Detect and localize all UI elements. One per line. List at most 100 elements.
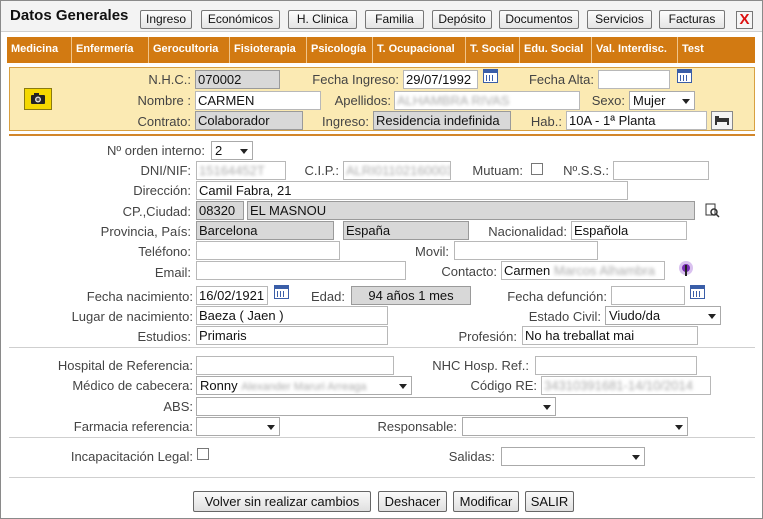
provincia-field[interactable]: Barcelona — [196, 221, 334, 240]
nacionalidad-field[interactable]: Española — [571, 221, 687, 240]
pais-field[interactable]: España — [343, 221, 469, 240]
page-title: Datos Generales — [10, 7, 129, 24]
search-document-icon[interactable] — [704, 202, 720, 218]
bed-icon[interactable] — [711, 111, 733, 130]
contacto-field[interactable]: Carmen Marcos Alhambra — [501, 261, 665, 280]
nss-label: Nº.S.S.: — [563, 163, 609, 178]
contrato-field[interactable]: Colaborador — [195, 111, 303, 130]
responsable-select[interactable] — [462, 417, 688, 436]
salir-button[interactable]: SALIR — [525, 491, 574, 512]
fecha-defuncion-label: Fecha defunción: — [507, 289, 607, 304]
fecha-ingreso-field[interactable]: 29/07/1992 — [403, 70, 478, 89]
hospital-field[interactable] — [196, 356, 394, 375]
cp-field[interactable]: 08320 — [196, 201, 244, 220]
calendar-icon[interactable] — [483, 69, 498, 83]
tab-facturas[interactable]: Facturas — [659, 10, 725, 29]
sexo-label: Sexo: — [591, 93, 625, 108]
edad-field: 94 años 1 mes — [351, 286, 471, 305]
camera-icon[interactable] — [24, 88, 52, 110]
section-divider — [9, 347, 755, 348]
sexo-select[interactable]: Mujer — [629, 91, 695, 110]
cip-field[interactable]: ALRI01102160003 — [343, 161, 451, 180]
fecha-nacimiento-label: Fecha nacimiento: — [86, 289, 193, 304]
direccion-field[interactable]: Camil Fabra, 21 — [196, 181, 628, 200]
fecha-nacimiento-field[interactable]: 16/02/1921 — [196, 286, 268, 305]
profesion-field[interactable]: No ha treballat mai — [522, 326, 698, 345]
window: Datos Generales Ingreso Económicos H. Cl… — [0, 0, 763, 519]
module-menu: Medicina Enfermería Gerocultoria Fisiote… — [7, 37, 755, 63]
ingreso-field[interactable]: Residencia indefinida — [373, 111, 511, 130]
abs-select[interactable] — [196, 397, 556, 416]
menu-fisioterapia[interactable]: Fisioterapia — [230, 37, 307, 63]
close-icon[interactable]: X — [736, 11, 753, 29]
contacto-label: Contacto: — [441, 264, 497, 279]
hab-label: Hab.: — [530, 114, 562, 129]
fecha-defuncion-field[interactable] — [611, 286, 685, 305]
menu-t-social[interactable]: T. Social — [466, 37, 520, 63]
ingreso-label: Ingreso: — [322, 114, 369, 129]
orden-select[interactable]: 2 — [211, 141, 253, 160]
estado-civil-select[interactable]: Viudo/da — [605, 306, 721, 325]
tab-ingreso[interactable]: Ingreso — [140, 10, 192, 29]
hospital-label: Hospital de Referencia: — [57, 358, 193, 373]
incapacitacion-label: Incapacitación Legal: — [70, 449, 193, 464]
salidas-label: Salidas: — [448, 449, 495, 464]
fecha-alta-field[interactable] — [598, 70, 670, 89]
tab-deposito[interactable]: Depósito — [432, 10, 492, 29]
tab-h-clinica[interactable]: H. Clinica — [288, 10, 357, 29]
menu-gerocultoria[interactable]: Gerocultoria — [149, 37, 230, 63]
nhc-hosp-field[interactable] — [535, 356, 697, 375]
header-divider — [9, 134, 755, 136]
farmacia-label: Farmacia referencia: — [73, 419, 193, 434]
apellidos-field[interactable]: ALHAMBRA RIVAS — [394, 91, 580, 110]
provincia-label: Provincia, País: — [100, 224, 191, 239]
menu-medicina[interactable]: Medicina — [7, 37, 72, 63]
mutuam-checkbox[interactable] — [531, 163, 543, 175]
movil-label: Movil: — [415, 244, 449, 259]
cp-label: CP.,Ciudad: — [122, 204, 191, 219]
tab-familia[interactable]: Familia — [365, 10, 424, 29]
modificar-button[interactable]: Modificar — [453, 491, 519, 512]
hab-field[interactable]: 10A - 1ª Planta — [566, 111, 707, 130]
fecha-alta-label: Fecha Alta: — [528, 72, 594, 87]
estado-civil-label: Estado Civil: — [528, 309, 601, 324]
email-label: Email: — [154, 265, 191, 280]
deshacer-button[interactable]: Deshacer — [378, 491, 447, 512]
medico-select[interactable]: Ronny Alexander Maruri Arreaga — [196, 376, 412, 395]
calendar-icon[interactable] — [690, 285, 705, 299]
incapacitacion-checkbox[interactable] — [197, 448, 209, 460]
menu-t-ocupacional[interactable]: T. Ocupacional — [373, 37, 466, 63]
telefono-field[interactable] — [196, 241, 340, 260]
menu-psicologia[interactable]: Psicología — [307, 37, 373, 63]
dni-label: DNI/NIF: — [140, 163, 191, 178]
tab-economicos[interactable]: Económicos — [201, 10, 280, 29]
telefono-label: Teléfono: — [138, 244, 191, 259]
contact-info-icon[interactable] — [677, 259, 695, 281]
medico-label: Médico de cabecera: — [72, 378, 193, 393]
nhc-hosp-label: NHC Hosp. Ref.: — [432, 358, 529, 373]
estudios-field[interactable]: Primaris — [196, 326, 388, 345]
chevron-down-icon — [240, 149, 248, 154]
nombre-field[interactable]: CARMEN — [195, 91, 321, 110]
menu-test[interactable]: Test — [678, 37, 755, 63]
chevron-down-icon — [632, 455, 640, 460]
ciudad-field[interactable]: EL MASNOU — [247, 201, 695, 220]
menu-enfermeria[interactable]: Enfermería — [72, 37, 149, 63]
tab-servicios[interactable]: Servicios — [587, 10, 652, 29]
menu-edu-social[interactable]: Edu. Social — [520, 37, 592, 63]
calendar-icon[interactable] — [274, 285, 289, 299]
contrato-label: Contrato: — [137, 114, 191, 129]
dni-field[interactable]: 15164452T — [196, 161, 286, 180]
lugar-nacimiento-field[interactable]: Baeza ( Jaen ) — [196, 306, 388, 325]
menu-val-interdisc[interactable]: Val. Interdisc. — [592, 37, 678, 63]
volver-button[interactable]: Volver sin realizar cambios — [193, 491, 371, 512]
email-field[interactable] — [196, 261, 406, 280]
nhc-field[interactable]: 070002 — [195, 70, 280, 89]
movil-field[interactable] — [454, 241, 598, 260]
tab-documentos[interactable]: Documentos — [499, 10, 579, 29]
codigo-re-field[interactable]: 34310391681-14/10/2014 — [541, 376, 711, 395]
salidas-select[interactable] — [501, 447, 645, 466]
farmacia-select[interactable] — [196, 417, 280, 436]
calendar-icon[interactable] — [677, 69, 692, 83]
nss-field[interactable] — [613, 161, 709, 180]
